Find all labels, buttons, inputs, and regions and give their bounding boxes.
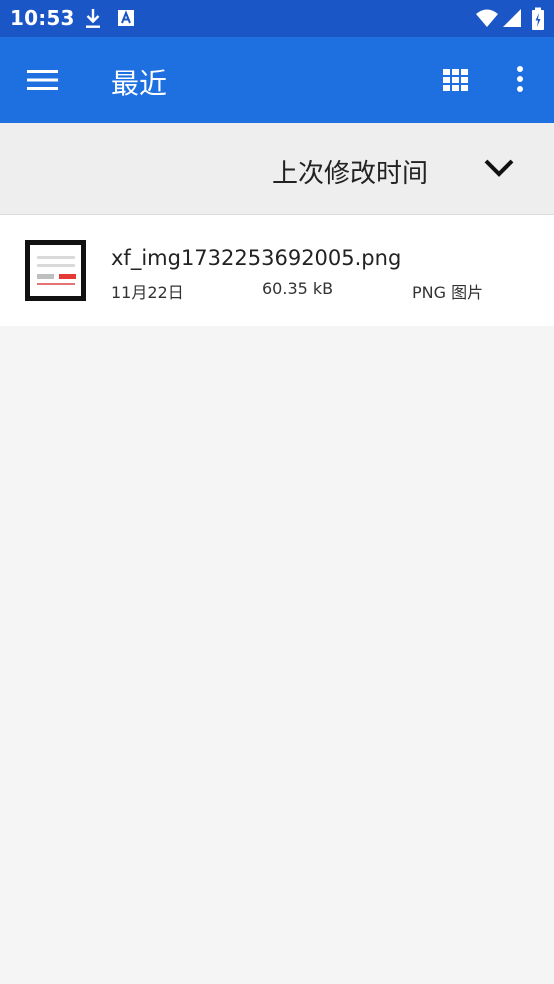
- sort-dropdown-button[interactable]: [482, 155, 516, 181]
- grid-view-icon: [443, 69, 468, 91]
- page-title: 最近: [111, 67, 168, 100]
- battery-icon: [531, 7, 545, 35]
- wifi-icon: [475, 8, 499, 32]
- signal-icon: [502, 8, 522, 32]
- file-name: xf_img1732253692005.png: [111, 246, 402, 270]
- file-type: PNG 图片: [412, 283, 484, 302]
- download-icon: [84, 8, 102, 34]
- sort-label[interactable]: 上次修改时间: [272, 153, 428, 190]
- sort-bar[interactable]: 上次修改时间: [0, 123, 554, 215]
- file-date: 11月22日: [111, 283, 184, 302]
- list-item[interactable]: xf_img1732253692005.png 11月22日 60.35 kB …: [0, 215, 554, 326]
- menu-button[interactable]: [26, 67, 60, 93]
- chevron-down-icon: [484, 159, 514, 177]
- status-bar: 10:53: [0, 0, 554, 37]
- more-vert-icon: [517, 66, 523, 92]
- more-options-button[interactable]: [511, 64, 529, 96]
- file-size: 60.35 kB: [262, 279, 334, 298]
- a-notification-icon: [117, 8, 135, 32]
- status-time: 10:53: [10, 6, 75, 30]
- app-bar: 最近: [0, 37, 554, 123]
- menu-icon: [27, 70, 58, 90]
- file-thumbnail: [25, 240, 86, 301]
- grid-view-button[interactable]: [441, 67, 471, 93]
